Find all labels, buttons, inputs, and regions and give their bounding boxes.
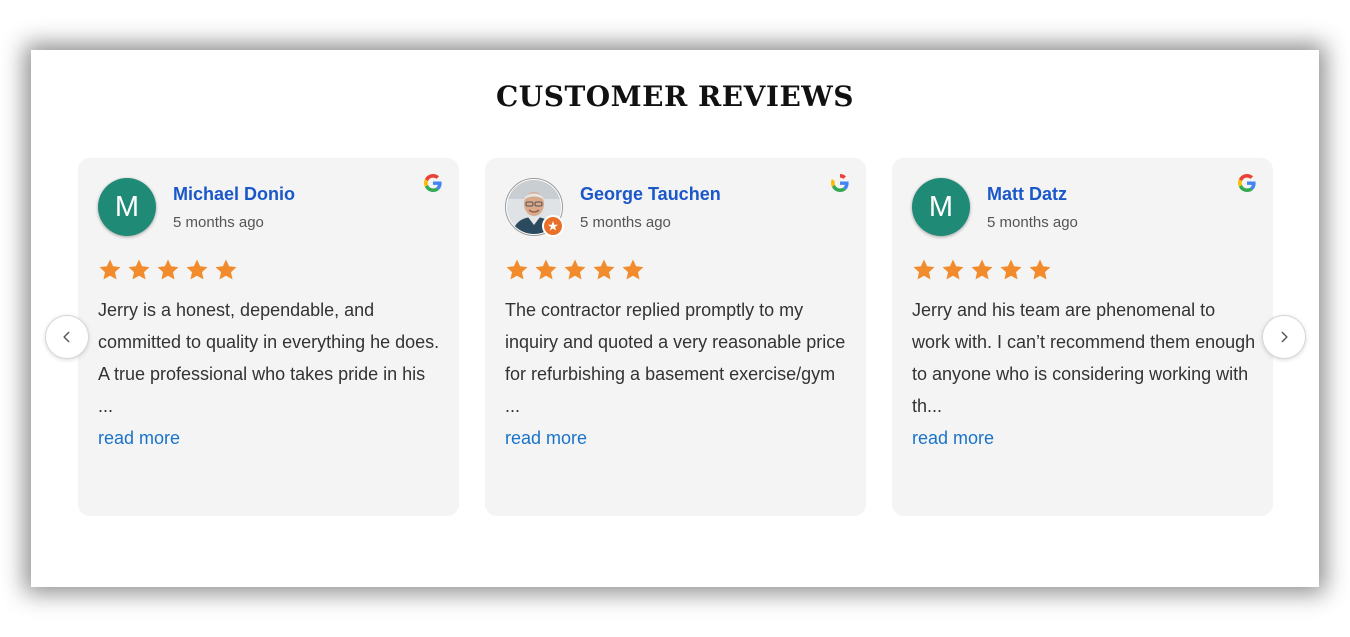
star-icon: [564, 259, 586, 280]
star-icon: [1000, 259, 1022, 280]
section-title: CUSTOMER REVIEWS: [496, 80, 854, 113]
avatar: [505, 178, 564, 237]
local-guide-badge-icon: [542, 215, 564, 237]
read-more-link[interactable]: read more: [98, 422, 180, 454]
google-icon: [831, 174, 849, 192]
reviewer-name[interactable]: Matt Datz: [987, 184, 1067, 205]
star-rating: [98, 258, 238, 282]
review-text: Jerry and his team are phenomenal to wor…: [912, 300, 1256, 416]
star-icon: [157, 259, 179, 280]
read-more-link[interactable]: read more: [505, 422, 587, 454]
reviewer-name[interactable]: George Tauchen: [580, 184, 721, 205]
chevron-right-icon: [1281, 331, 1288, 343]
avatar-initial: M: [114, 190, 140, 223]
review-time: 5 months ago: [173, 214, 264, 231]
review-text: Jerry is a honest, dependable, and commi…: [98, 300, 440, 416]
star-icon: [1029, 259, 1051, 280]
avatar-initial: M: [928, 190, 954, 223]
review-card: M Matt Datz 5 months ago Jerry and his t…: [892, 158, 1273, 516]
review-time: 5 months ago: [987, 214, 1078, 231]
reviewer-name[interactable]: Michael Donio: [173, 184, 295, 205]
read-more-link[interactable]: read more: [912, 422, 994, 454]
google-icon: [424, 174, 442, 192]
star-rating: [912, 258, 1052, 282]
carousel-prev-button[interactable]: [45, 315, 89, 359]
star-icon: [99, 259, 121, 280]
star-rating: [505, 258, 645, 282]
review-text: The contractor replied promptly to my in…: [505, 300, 846, 416]
star-icon: [622, 259, 644, 280]
carousel-next-button[interactable]: [1262, 315, 1306, 359]
star-icon: [535, 259, 557, 280]
review-card: George Tauchen 5 months ago The contract…: [485, 158, 866, 516]
avatar: M: [912, 178, 970, 236]
star-icon: [942, 259, 964, 280]
chevron-left-icon: [63, 331, 70, 343]
google-icon: [1238, 174, 1256, 192]
review-card: M Michael Donio 5 months ago Jerry is a …: [78, 158, 459, 516]
star-icon: [971, 259, 993, 280]
avatar: M: [98, 178, 156, 236]
star-icon: [186, 259, 208, 280]
review-time: 5 months ago: [580, 214, 671, 231]
star-icon: [506, 259, 528, 280]
star-icon: [215, 259, 237, 280]
star-icon: [913, 259, 935, 280]
star-icon: [128, 259, 150, 280]
star-icon: [593, 259, 615, 280]
